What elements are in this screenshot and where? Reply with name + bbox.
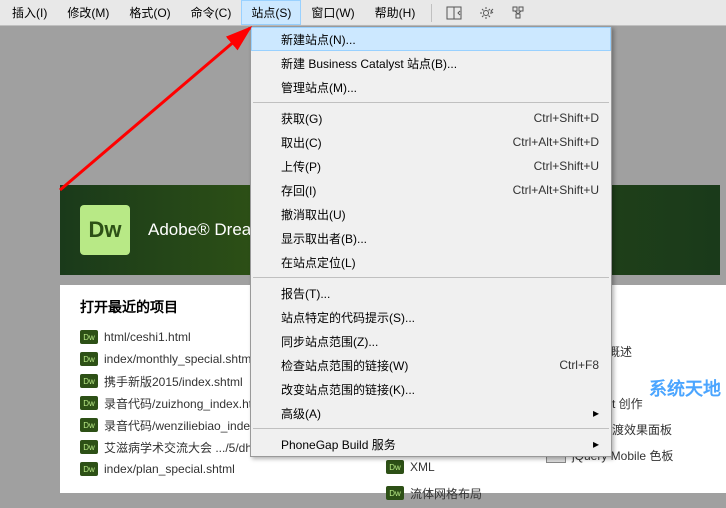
item-label: XML	[410, 460, 435, 474]
menu-insert[interactable]: 插入(I)	[2, 0, 57, 25]
dropdown-item-label: 新建站点(N)...	[281, 31, 599, 48]
menu-modify[interactable]: 修改(M)	[57, 0, 119, 25]
dropdown-separator	[253, 428, 609, 429]
menubar: 插入(I) 修改(M) 格式(O) 命令(C) 站点(S) 窗口(W) 帮助(H…	[0, 0, 726, 26]
dropdown-item-label: 新建 Business Catalyst 站点(B)...	[281, 55, 599, 72]
dropdown-item-label: 改变站点范围的链接(K)...	[281, 381, 599, 398]
watermark: 系统天地	[649, 375, 721, 401]
file-name: 录音代码/zuizhong_index.htm	[104, 395, 262, 412]
menu-command[interactable]: 命令(C)	[181, 0, 242, 25]
dropdown-item[interactable]: 高级(A) ▸	[251, 401, 611, 425]
dw-file-icon: Dw	[80, 440, 98, 454]
file-name: html/ceshi1.html	[104, 330, 191, 344]
dropdown-item-label: 撤消取出(U)	[281, 206, 599, 223]
dropdown-shortcut: Ctrl+Shift+D	[534, 111, 599, 125]
dropdown-item-label: 检查站点范围的链接(W)	[281, 357, 559, 374]
dropdown-item[interactable]: 同步站点范围(Z)...	[251, 329, 611, 353]
dropdown-item-label: 站点特定的代码提示(S)...	[281, 309, 599, 326]
annotation-arrow	[55, 20, 275, 200]
dropdown-item[interactable]: 站点特定的代码提示(S)...	[251, 305, 611, 329]
dropdown-item[interactable]: PhoneGap Build 服务 ▸	[251, 432, 611, 456]
file-name: index/plan_special.shtml	[104, 462, 235, 476]
dropdown-item[interactable]: 撤消取出(U)	[251, 202, 611, 226]
dropdown-item-label: 显示取出者(B)...	[281, 230, 599, 247]
dropdown-separator	[253, 277, 609, 278]
dropdown-item-label: 报告(T)...	[281, 285, 599, 302]
menu-site[interactable]: 站点(S)	[241, 0, 301, 25]
dropdown-item-label: 管理站点(M)...	[281, 79, 599, 96]
dropdown-item[interactable]: 改变站点范围的链接(K)...	[251, 377, 611, 401]
submenu-arrow-icon: ▸	[593, 406, 599, 420]
dropdown-shortcut: Ctrl+F8	[559, 358, 599, 372]
layout-icon[interactable]	[442, 2, 466, 24]
menu-format[interactable]: 格式(O)	[119, 0, 180, 25]
dropdown-item-label: 存回(I)	[281, 182, 513, 199]
dropdown-item-label: PhoneGap Build 服务	[281, 436, 585, 453]
dropdown-item[interactable]: 显示取出者(B)...	[251, 226, 611, 250]
dropdown-item-label: 在站点定位(L)	[281, 254, 599, 271]
dropdown-item[interactable]: 报告(T)...	[251, 281, 611, 305]
dropdown-shortcut: Ctrl+Shift+U	[534, 159, 599, 173]
dropdown-item[interactable]: 上传(P)Ctrl+Shift+U	[251, 154, 611, 178]
item-label: 流体网格布局	[410, 485, 482, 502]
dropdown-item-label: 取出(C)	[281, 134, 513, 151]
dropdown-item[interactable]: 获取(G)Ctrl+Shift+D	[251, 106, 611, 130]
file-name: index/monthly_special.shtml	[104, 352, 254, 366]
file-name: 携手新版2015/index.shtml	[104, 373, 243, 390]
dw-file-icon: Dw	[80, 352, 98, 366]
sync-icon[interactable]	[506, 2, 530, 24]
dw-file-icon: Dw	[386, 460, 404, 474]
dropdown-item[interactable]: 新建站点(N)...	[251, 27, 611, 51]
dropdown-separator	[253, 102, 609, 103]
dropdown-shortcut: Ctrl+Alt+Shift+U	[513, 183, 599, 197]
dropdown-item[interactable]: 取出(C)Ctrl+Alt+Shift+D	[251, 130, 611, 154]
dropdown-item-label: 获取(G)	[281, 110, 534, 127]
menu-separator	[431, 4, 432, 22]
dw-file-icon: Dw	[80, 418, 98, 432]
dw-file-icon: Dw	[80, 374, 98, 388]
dw-file-icon: Dw	[386, 486, 404, 500]
dropdown-item[interactable]: 检查站点范围的链接(W)Ctrl+F8	[251, 353, 611, 377]
site-dropdown-menu: 新建站点(N)... 新建 Business Catalyst 站点(B)... 管…	[250, 26, 612, 457]
list-item[interactable]: Dw XML	[386, 456, 526, 478]
dropdown-item-label: 同步站点范围(Z)...	[281, 333, 599, 350]
dropdown-shortcut: Ctrl+Alt+Shift+D	[513, 135, 599, 149]
dropdown-item[interactable]: 管理站点(M)...	[251, 75, 611, 99]
dw-logo: Dw	[80, 205, 130, 255]
gear-icon[interactable]	[474, 2, 498, 24]
dropdown-item[interactable]: 新建 Business Catalyst 站点(B)...	[251, 51, 611, 75]
dropdown-item[interactable]: 存回(I)Ctrl+Alt+Shift+U	[251, 178, 611, 202]
menu-window[interactable]: 窗口(W)	[301, 0, 364, 25]
dropdown-item[interactable]: 在站点定位(L)	[251, 250, 611, 274]
dropdown-item-label: 高级(A)	[281, 405, 585, 422]
dropdown-item-label: 上传(P)	[281, 158, 534, 175]
dw-file-icon: Dw	[80, 330, 98, 344]
dw-file-icon: Dw	[80, 396, 98, 410]
submenu-arrow-icon: ▸	[593, 437, 599, 451]
dw-file-icon: Dw	[80, 462, 98, 476]
menu-help[interactable]: 帮助(H)	[365, 0, 426, 25]
